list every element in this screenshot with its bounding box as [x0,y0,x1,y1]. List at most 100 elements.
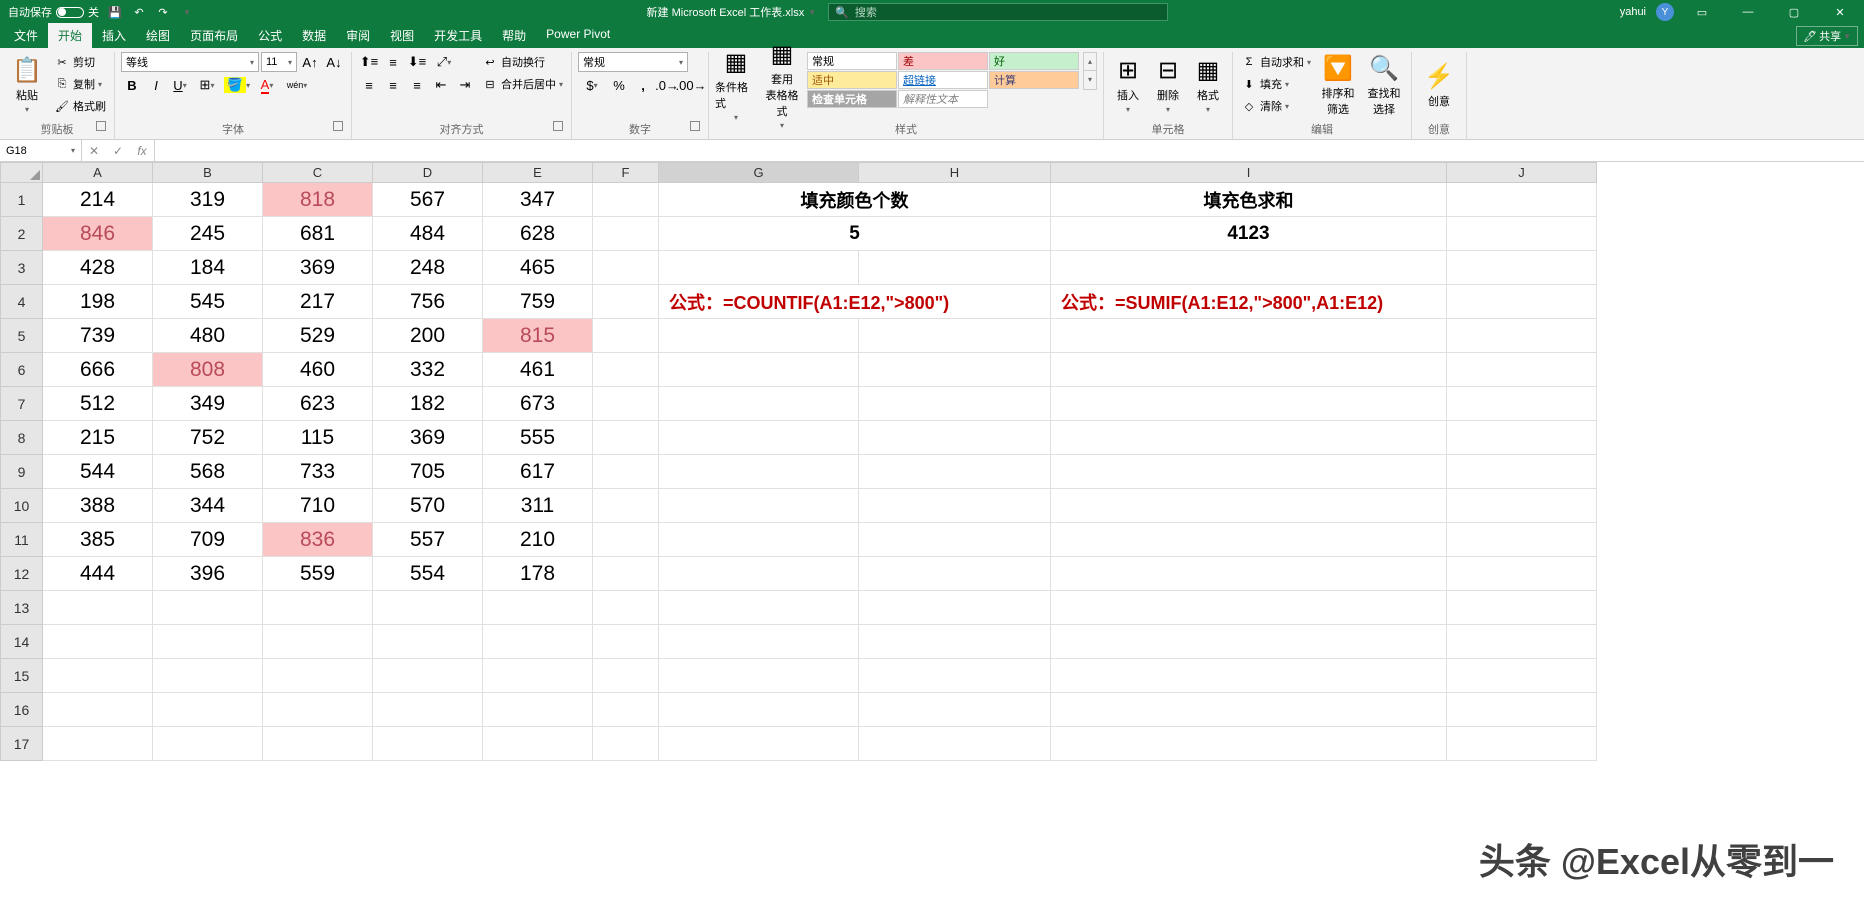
cell-A15[interactable] [43,659,153,693]
cell-A1[interactable]: 214 [43,183,153,217]
cell-I3[interactable] [1051,251,1447,285]
grid-container[interactable]: ABCDEFGHIJ 1214319818567347填充颜色个数填充色求和28… [0,162,1864,919]
row-header-17[interactable]: 17 [1,727,43,761]
cell-D9[interactable]: 705 [373,455,483,489]
increase-font-button[interactable]: A↑ [299,52,321,72]
cell-F14[interactable] [593,625,659,659]
cell-E5[interactable]: 815 [483,319,593,353]
cell-F3[interactable] [593,251,659,285]
underline-button[interactable]: U▾ [169,75,191,95]
cell-A11[interactable]: 385 [43,523,153,557]
cell-F17[interactable] [593,727,659,761]
tab-页面布局[interactable]: 页面布局 [180,23,248,48]
cell-H9[interactable] [859,455,1051,489]
minimize-icon[interactable]: — [1730,0,1766,24]
cell-G13[interactable] [659,591,859,625]
cell-F11[interactable] [593,523,659,557]
cell-F7[interactable] [593,387,659,421]
cell-D10[interactable]: 570 [373,489,483,523]
avatar[interactable]: Y [1656,3,1674,21]
cell-E1[interactable]: 347 [483,183,593,217]
cell-H11[interactable] [859,523,1051,557]
cell-J8[interactable] [1447,421,1597,455]
cell-F2[interactable] [593,217,659,251]
cell-F10[interactable] [593,489,659,523]
align-left-button[interactable]: ≡ [358,75,380,95]
cell-G16[interactable] [659,693,859,727]
number-format-combo[interactable]: 常规▾ [578,52,688,72]
cut-button[interactable]: ✂剪切 [52,52,108,72]
ideas-button[interactable]: ⚡创意 [1418,52,1460,118]
search-box[interactable]: 🔍 搜索 [828,3,1168,21]
ribbon-mode-icon[interactable]: ▭ [1684,0,1720,24]
cell-B6[interactable]: 808 [153,353,263,387]
cell-A4[interactable]: 198 [43,285,153,319]
cell-I14[interactable] [1051,625,1447,659]
decrease-decimal-button[interactable]: .00→ [680,75,702,95]
cell-E6[interactable]: 461 [483,353,593,387]
row-header-5[interactable]: 5 [1,319,43,353]
cell-I13[interactable] [1051,591,1447,625]
sort-filter-button[interactable]: 🔽排序和筛选 [1317,52,1359,118]
cell-D15[interactable] [373,659,483,693]
cell-G2[interactable]: 5 [659,217,1051,251]
cell-D14[interactable] [373,625,483,659]
cell-I17[interactable] [1051,727,1447,761]
font-name-combo[interactable]: 等线▾ [121,52,259,72]
cell-B14[interactable] [153,625,263,659]
cell-D16[interactable] [373,693,483,727]
cell-F9[interactable] [593,455,659,489]
cell-G14[interactable] [659,625,859,659]
cell-C15[interactable] [263,659,373,693]
cell-B17[interactable] [153,727,263,761]
row-header-14[interactable]: 14 [1,625,43,659]
cell-I2[interactable]: 4123 [1051,217,1447,251]
row-header-12[interactable]: 12 [1,557,43,591]
cell-F5[interactable] [593,319,659,353]
tab-Power Pivot[interactable]: Power Pivot [536,23,620,48]
cell-C9[interactable]: 733 [263,455,373,489]
align-bottom-button[interactable]: ⬇≡ [406,52,428,72]
tab-公式[interactable]: 公式 [248,23,292,48]
cell-I5[interactable] [1051,319,1447,353]
cell-B15[interactable] [153,659,263,693]
tab-文件[interactable]: 文件 [4,23,48,48]
cell-G4[interactable]: 公式：=COUNTIF(A1:E12,">800") [659,285,1051,319]
cell-E10[interactable]: 311 [483,489,593,523]
style-link[interactable]: 超链接 [898,71,988,89]
cell-H10[interactable] [859,489,1051,523]
align-top-button[interactable]: ⬆≡ [358,52,380,72]
cell-J13[interactable] [1447,591,1597,625]
cell-E3[interactable]: 465 [483,251,593,285]
tab-审阅[interactable]: 审阅 [336,23,380,48]
cell-F8[interactable] [593,421,659,455]
cell-C11[interactable]: 836 [263,523,373,557]
align-middle-button[interactable]: ≡ [382,52,404,72]
style-explain[interactable]: 解释性文本 [898,90,988,108]
cell-C10[interactable]: 710 [263,489,373,523]
cell-B13[interactable] [153,591,263,625]
row-header-3[interactable]: 3 [1,251,43,285]
cell-A9[interactable]: 544 [43,455,153,489]
cell-A8[interactable]: 215 [43,421,153,455]
cell-I1[interactable]: 填充色求和 [1051,183,1447,217]
cell-F12[interactable] [593,557,659,591]
insert-cells-button[interactable]: ⊞插入▾ [1110,52,1146,118]
cell-E11[interactable]: 210 [483,523,593,557]
cell-B9[interactable]: 568 [153,455,263,489]
cell-A14[interactable] [43,625,153,659]
cell-J6[interactable] [1447,353,1597,387]
cell-E16[interactable] [483,693,593,727]
cell-C14[interactable] [263,625,373,659]
clear-button[interactable]: ◇清除▾ [1239,96,1313,116]
decrease-indent-button[interactable]: ⇤ [430,75,452,95]
font-size-combo[interactable]: 11▾ [261,52,297,72]
style-calc[interactable]: 计算 [989,71,1079,89]
bold-button[interactable]: B [121,75,143,95]
cell-E12[interactable]: 178 [483,557,593,591]
cell-A6[interactable]: 666 [43,353,153,387]
cell-I9[interactable] [1051,455,1447,489]
wrap-text-button[interactable]: ↩自动换行 [480,52,565,72]
clipboard-launcher[interactable] [96,121,106,131]
row-header-10[interactable]: 10 [1,489,43,523]
